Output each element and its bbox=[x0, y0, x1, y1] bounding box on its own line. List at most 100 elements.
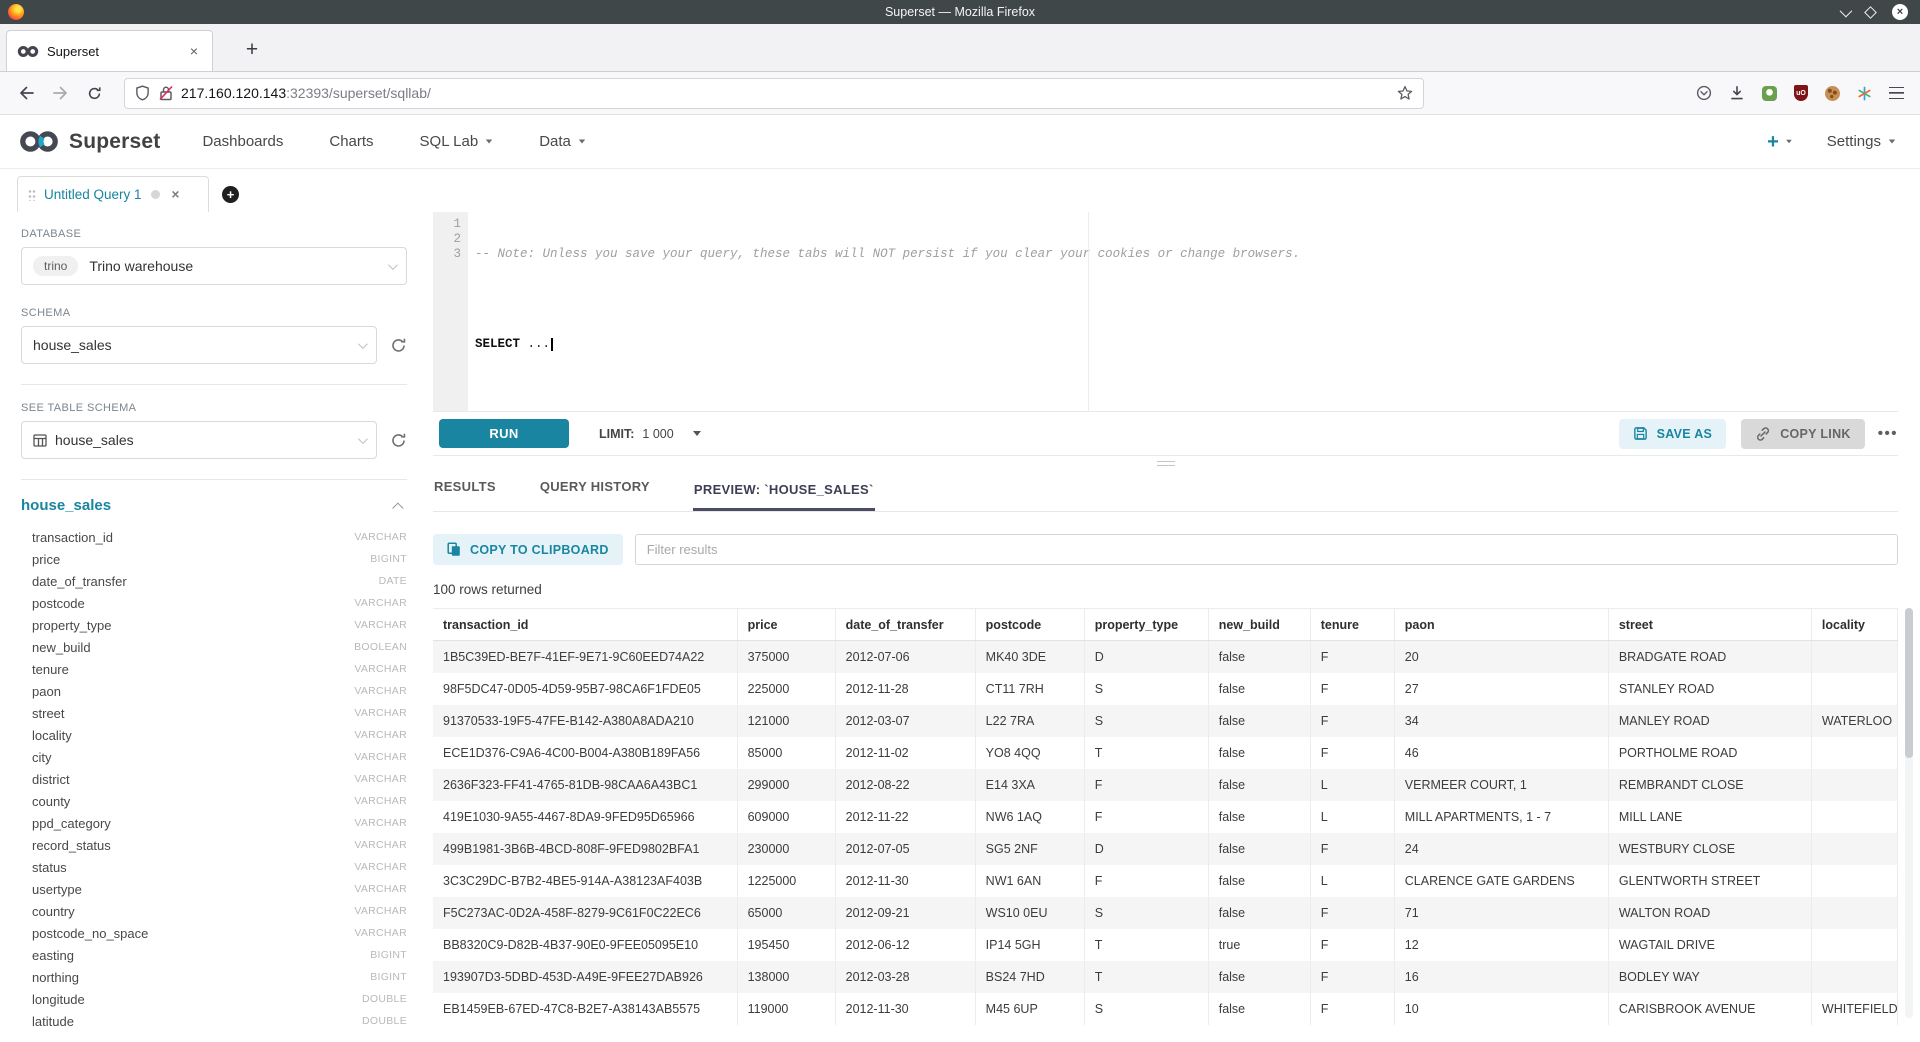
scrollbar-track[interactable] bbox=[1905, 608, 1913, 1018]
refresh-schema-icon[interactable] bbox=[390, 337, 407, 354]
schema-column-row[interactable]: status VARCHAR bbox=[32, 856, 407, 878]
copy-link-button[interactable]: COPY LINK bbox=[1741, 419, 1865, 449]
drag-handle-icon[interactable] bbox=[1157, 461, 1175, 466]
nav-data[interactable]: Data bbox=[539, 133, 586, 150]
table-cell: true bbox=[1208, 929, 1310, 961]
chevron-up-icon[interactable] bbox=[392, 502, 403, 513]
shield-icon[interactable] bbox=[135, 85, 150, 101]
save-as-button[interactable]: SAVE AS bbox=[1619, 419, 1727, 449]
column-header[interactable]: new_build bbox=[1208, 609, 1310, 641]
column-type: VARCHAR bbox=[354, 729, 407, 741]
forward-icon[interactable] bbox=[46, 79, 74, 107]
schema-column-row[interactable]: longitude DOUBLE bbox=[32, 988, 407, 1010]
schema-column-row[interactable]: latitude DOUBLE bbox=[32, 1010, 407, 1032]
tab-preview-house-sales[interactable]: PREVIEW: `HOUSE_SALES` bbox=[693, 482, 875, 511]
pane-resize-bar[interactable] bbox=[433, 456, 1898, 470]
database-select[interactable]: trino Trino warehouse bbox=[21, 247, 407, 285]
filter-results-input[interactable] bbox=[635, 534, 1898, 565]
nav-dashboards[interactable]: Dashboards bbox=[202, 133, 283, 150]
column-header[interactable]: price bbox=[737, 609, 835, 641]
broken-lock-icon[interactable] bbox=[159, 85, 173, 101]
nav-charts[interactable]: Charts bbox=[329, 133, 373, 150]
schema-select[interactable]: house_sales bbox=[21, 326, 377, 364]
schema-column-row[interactable]: ppd_category VARCHAR bbox=[32, 812, 407, 834]
tab-query-history[interactable]: QUERY HISTORY bbox=[539, 479, 651, 511]
schema-column-row[interactable]: easting BIGINT bbox=[32, 944, 407, 966]
superset-logo[interactable]: Superset bbox=[18, 129, 160, 154]
table-name-header[interactable]: house_sales bbox=[21, 497, 111, 514]
schema-column-row[interactable]: new_build BOOLEAN bbox=[32, 636, 407, 658]
copy-to-clipboard-button[interactable]: COPY TO CLIPBOARD bbox=[433, 534, 623, 565]
limit-dropdown[interactable]: LIMIT: 1 000 bbox=[599, 427, 701, 441]
window-close-icon[interactable]: × bbox=[1892, 4, 1908, 20]
query-tab-close-icon[interactable]: × bbox=[172, 188, 180, 202]
back-icon[interactable] bbox=[12, 79, 40, 107]
column-header[interactable]: postcode bbox=[975, 609, 1084, 641]
schema-column-row[interactable]: postcode VARCHAR bbox=[32, 592, 407, 614]
column-header[interactable]: tenure bbox=[1310, 609, 1394, 641]
drag-handle-icon[interactable] bbox=[28, 189, 36, 201]
schema-column-row[interactable]: northing BIGINT bbox=[32, 966, 407, 988]
window-minimize-icon[interactable] bbox=[1840, 4, 1853, 17]
tab-results[interactable]: RESULTS bbox=[433, 479, 497, 511]
bookmark-star-icon[interactable] bbox=[1397, 85, 1413, 101]
schema-column-row[interactable]: locality VARCHAR bbox=[32, 724, 407, 746]
results-controls: COPY TO CLIPBOARD bbox=[433, 534, 1898, 565]
add-query-tab-button[interactable]: + bbox=[222, 186, 239, 203]
table-cell: WESTBURY CLOSE bbox=[1608, 833, 1811, 865]
table-cell: 24 bbox=[1394, 833, 1608, 865]
column-header[interactable]: date_of_transfer bbox=[835, 609, 975, 641]
column-header[interactable]: paon bbox=[1394, 609, 1608, 641]
editor-code[interactable]: -- Note: Unless you save your query, the… bbox=[468, 212, 1898, 411]
column-header[interactable]: locality bbox=[1811, 609, 1897, 641]
table-select[interactable]: house_sales bbox=[21, 421, 377, 459]
reload-icon[interactable] bbox=[80, 79, 108, 107]
schema-column-row[interactable]: country VARCHAR bbox=[32, 900, 407, 922]
browser-tab-close-icon[interactable]: × bbox=[186, 42, 202, 60]
browser-tab[interactable]: Superset × bbox=[6, 30, 213, 71]
settings-menu[interactable]: Settings bbox=[1827, 133, 1896, 150]
pocket-icon[interactable] bbox=[1696, 85, 1712, 101]
schema-column-row[interactable]: record_status VARCHAR bbox=[32, 834, 407, 856]
query-tab[interactable]: Untitled Query 1 × bbox=[17, 176, 209, 212]
column-header[interactable]: transaction_id bbox=[433, 609, 737, 641]
schema-column-row[interactable]: district VARCHAR bbox=[32, 768, 407, 790]
table-cell: 193907D3-5DBD-453D-A49E-9FEE27DAB926 bbox=[433, 961, 737, 993]
schema-column-row[interactable]: property_type VARCHAR bbox=[32, 614, 407, 636]
column-header[interactable]: street bbox=[1608, 609, 1811, 641]
schema-column-row[interactable]: city VARCHAR bbox=[32, 746, 407, 768]
table-cell: 2012-03-28 bbox=[835, 961, 975, 993]
cookie-icon[interactable] bbox=[1825, 86, 1840, 101]
schema-column-row[interactable]: usertype VARCHAR bbox=[32, 878, 407, 900]
schema-column-row[interactable]: transaction_id VARCHAR bbox=[32, 526, 407, 548]
schema-column-row[interactable]: street VARCHAR bbox=[32, 702, 407, 724]
schema-column-row[interactable]: tenure VARCHAR bbox=[32, 658, 407, 680]
new-tab-button[interactable]: + bbox=[236, 34, 268, 66]
scrollbar-thumb[interactable] bbox=[1905, 608, 1913, 758]
window-maximize-icon[interactable] bbox=[1864, 6, 1877, 19]
column-type: VARCHAR bbox=[354, 751, 407, 763]
menu-icon[interactable] bbox=[1889, 87, 1904, 99]
privacy-badger-icon[interactable] bbox=[1762, 86, 1777, 101]
schema-column-row[interactable]: price BIGINT bbox=[32, 548, 407, 570]
sql-editor[interactable]: 1 2 3 -- Note: Unless you save your quer… bbox=[433, 212, 1898, 411]
ublock-origin-icon[interactable]: uO bbox=[1794, 85, 1808, 101]
column-name: status bbox=[32, 860, 67, 875]
column-name: country bbox=[32, 904, 75, 919]
add-new-button[interactable]: + bbox=[1767, 132, 1793, 152]
column-type: VARCHAR bbox=[354, 861, 407, 873]
more-options-button[interactable]: ••• bbox=[1878, 425, 1898, 442]
table-cell: GLENTWORTH STREET bbox=[1608, 865, 1811, 897]
download-icon[interactable] bbox=[1729, 85, 1745, 101]
nav-sql-lab[interactable]: SQL Lab bbox=[420, 133, 494, 150]
schema-column-row[interactable]: paon VARCHAR bbox=[32, 680, 407, 702]
schema-column-row[interactable]: postcode_no_space VARCHAR bbox=[32, 922, 407, 944]
column-header[interactable]: property_type bbox=[1084, 609, 1208, 641]
containers-icon[interactable] bbox=[1857, 86, 1872, 101]
schema-column-row[interactable]: date_of_transfer DATE bbox=[32, 570, 407, 592]
url-field[interactable]: 217.160.120.143:32393/superset/sqllab/ bbox=[124, 78, 1424, 109]
column-name: record_status bbox=[32, 838, 111, 853]
schema-column-row[interactable]: county VARCHAR bbox=[32, 790, 407, 812]
refresh-table-icon[interactable] bbox=[390, 432, 407, 449]
run-button[interactable]: RUN bbox=[439, 419, 569, 448]
